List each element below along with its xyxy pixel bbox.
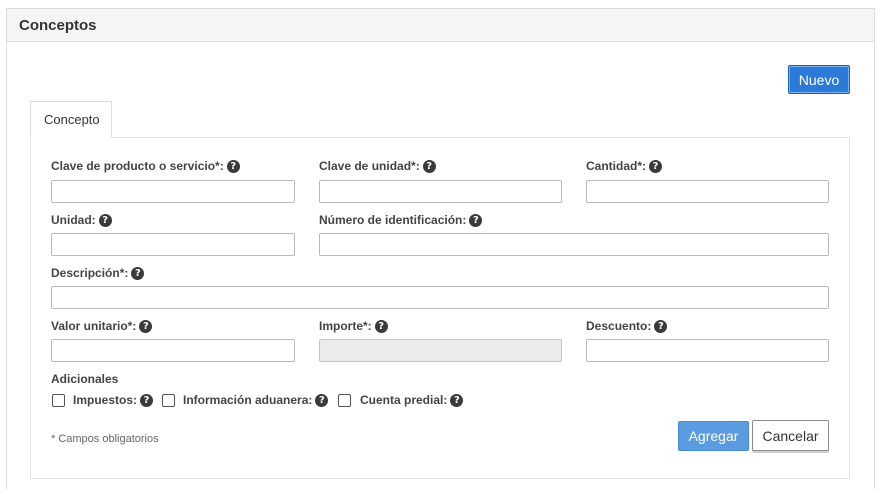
importe-input <box>319 339 562 362</box>
importe-label: Importe*: ? <box>319 319 388 333</box>
descripcion-label: Descripción*: ? <box>51 266 145 280</box>
new-button[interactable]: Nuevo <box>788 65 850 94</box>
descripcion-input[interactable] <box>51 286 829 309</box>
help-icon[interactable]: ? <box>374 319 388 333</box>
help-icon[interactable]: ? <box>98 213 112 227</box>
cantidad-label: Cantidad*: ? <box>586 159 662 173</box>
help-icon[interactable]: ? <box>422 159 436 173</box>
descuento-input[interactable] <box>586 339 829 362</box>
valor-unitario-label: Valor unitario*: ? <box>51 319 153 333</box>
help-icon[interactable]: ? <box>649 159 662 173</box>
required-fields-note: * Campos obligatorios <box>51 433 159 445</box>
help-icon[interactable]: ? <box>140 393 154 407</box>
help-icon[interactable]: ? <box>315 393 329 407</box>
cuenta-predial-label: Cuenta predial: ? <box>360 393 464 407</box>
impuestos-checkbox[interactable] <box>52 394 65 407</box>
clave-unidad-input[interactable] <box>319 180 562 203</box>
cancel-button[interactable]: Cancelar <box>752 420 829 451</box>
clave-producto-label: Clave de producto o servicio*: ? <box>51 159 240 173</box>
descuento-label: Descuento: ? <box>586 319 668 333</box>
help-icon[interactable]: ? <box>226 159 240 173</box>
help-icon[interactable]: ? <box>450 393 464 407</box>
clave-producto-input[interactable] <box>51 180 295 203</box>
help-icon[interactable]: ? <box>131 266 145 280</box>
numero-identificacion-input[interactable] <box>319 233 829 256</box>
cuenta-predial-checkbox[interactable] <box>338 394 351 407</box>
add-button[interactable]: Agregar <box>678 421 749 451</box>
panel-title: Conceptos <box>7 9 874 42</box>
help-icon[interactable]: ? <box>469 213 483 227</box>
valor-unitario-input[interactable] <box>51 339 295 362</box>
impuestos-label: Impuestos: ? <box>73 393 154 407</box>
numero-identificacion-label: Número de identificación: ? <box>319 213 483 227</box>
tab-concepto[interactable]: Concepto <box>30 101 112 138</box>
cantidad-input[interactable] <box>586 180 829 203</box>
informacion-aduanera-label: Información aduanera: ? <box>183 393 329 407</box>
unidad-input[interactable] <box>51 233 295 256</box>
unidad-label: Unidad: ? <box>51 213 112 227</box>
help-icon[interactable]: ? <box>654 319 668 333</box>
informacion-aduanera-checkbox[interactable] <box>162 394 175 407</box>
clave-unidad-label: Clave de unidad*: ? <box>319 159 436 173</box>
help-icon[interactable]: ? <box>139 319 153 333</box>
adicionales-heading: Adicionales <box>51 372 119 386</box>
